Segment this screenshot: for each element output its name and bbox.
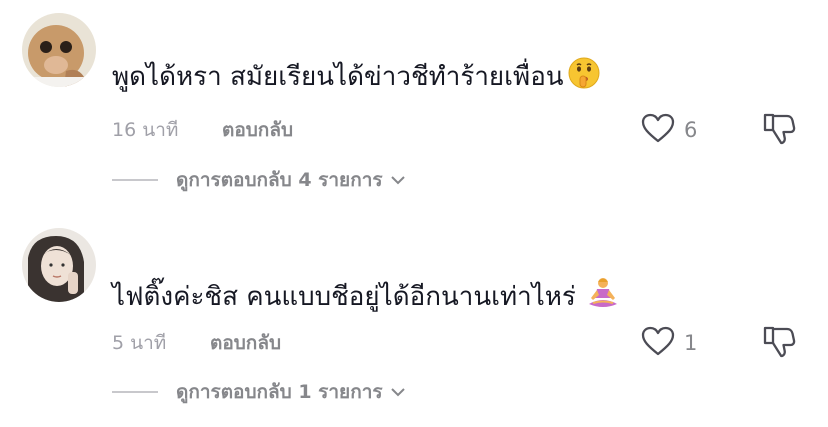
comment-text: พูดได้หรา สมัยเรียนได้ข่าวชีทำร้ายเพื่อน [112,57,600,98]
shushing-face-icon [568,57,600,98]
view-replies-label: ดูการตอบกลับ 4 รายการ [176,169,383,191]
comment-time: 5 นาที [112,332,167,354]
heart-icon [640,325,676,361]
divider [112,179,158,181]
comment-item: พูดได้หรา สมัยเรียนได้ข่าวชีทำร้ายเพื่อน… [0,0,828,214]
dislike-button[interactable] [760,109,800,149]
chevron-down-icon [389,383,407,402]
view-replies-button[interactable]: ดูการตอบกลับ 4 รายการ [112,165,407,195]
reply-button[interactable]: ตอบกลับ [222,117,293,143]
view-replies-button[interactable]: ดูการตอบกลับ 1 รายการ [112,377,407,407]
like-count: 1 [684,331,698,355]
comment-text: ไฟติ๊งค่ะชิส คนแบบชีอยู่ได้อีกนานเท่าไหร… [112,276,620,319]
heart-icon [640,112,676,148]
avatar[interactable] [22,228,96,302]
view-replies-label: ดูการตอบกลับ 1 รายการ [176,381,383,403]
thumbs-down-icon [760,113,800,153]
reply-button[interactable]: ตอบกลับ [210,330,281,356]
person-in-lotus-position-icon [586,276,620,319]
comment-item: ไฟติ๊งค่ะชิส คนแบบชีอยู่ได้อีกนานเท่าไหร… [0,214,828,427]
chevron-down-icon [389,171,407,190]
like-button[interactable]: 6 [640,112,697,148]
comment-time: 16 นาที [112,119,179,141]
dislike-button[interactable] [760,322,800,362]
like-count: 6 [684,118,698,142]
thumbs-down-icon [760,326,800,366]
avatar[interactable] [22,13,96,87]
divider [112,391,158,393]
like-button[interactable]: 1 [640,325,697,361]
